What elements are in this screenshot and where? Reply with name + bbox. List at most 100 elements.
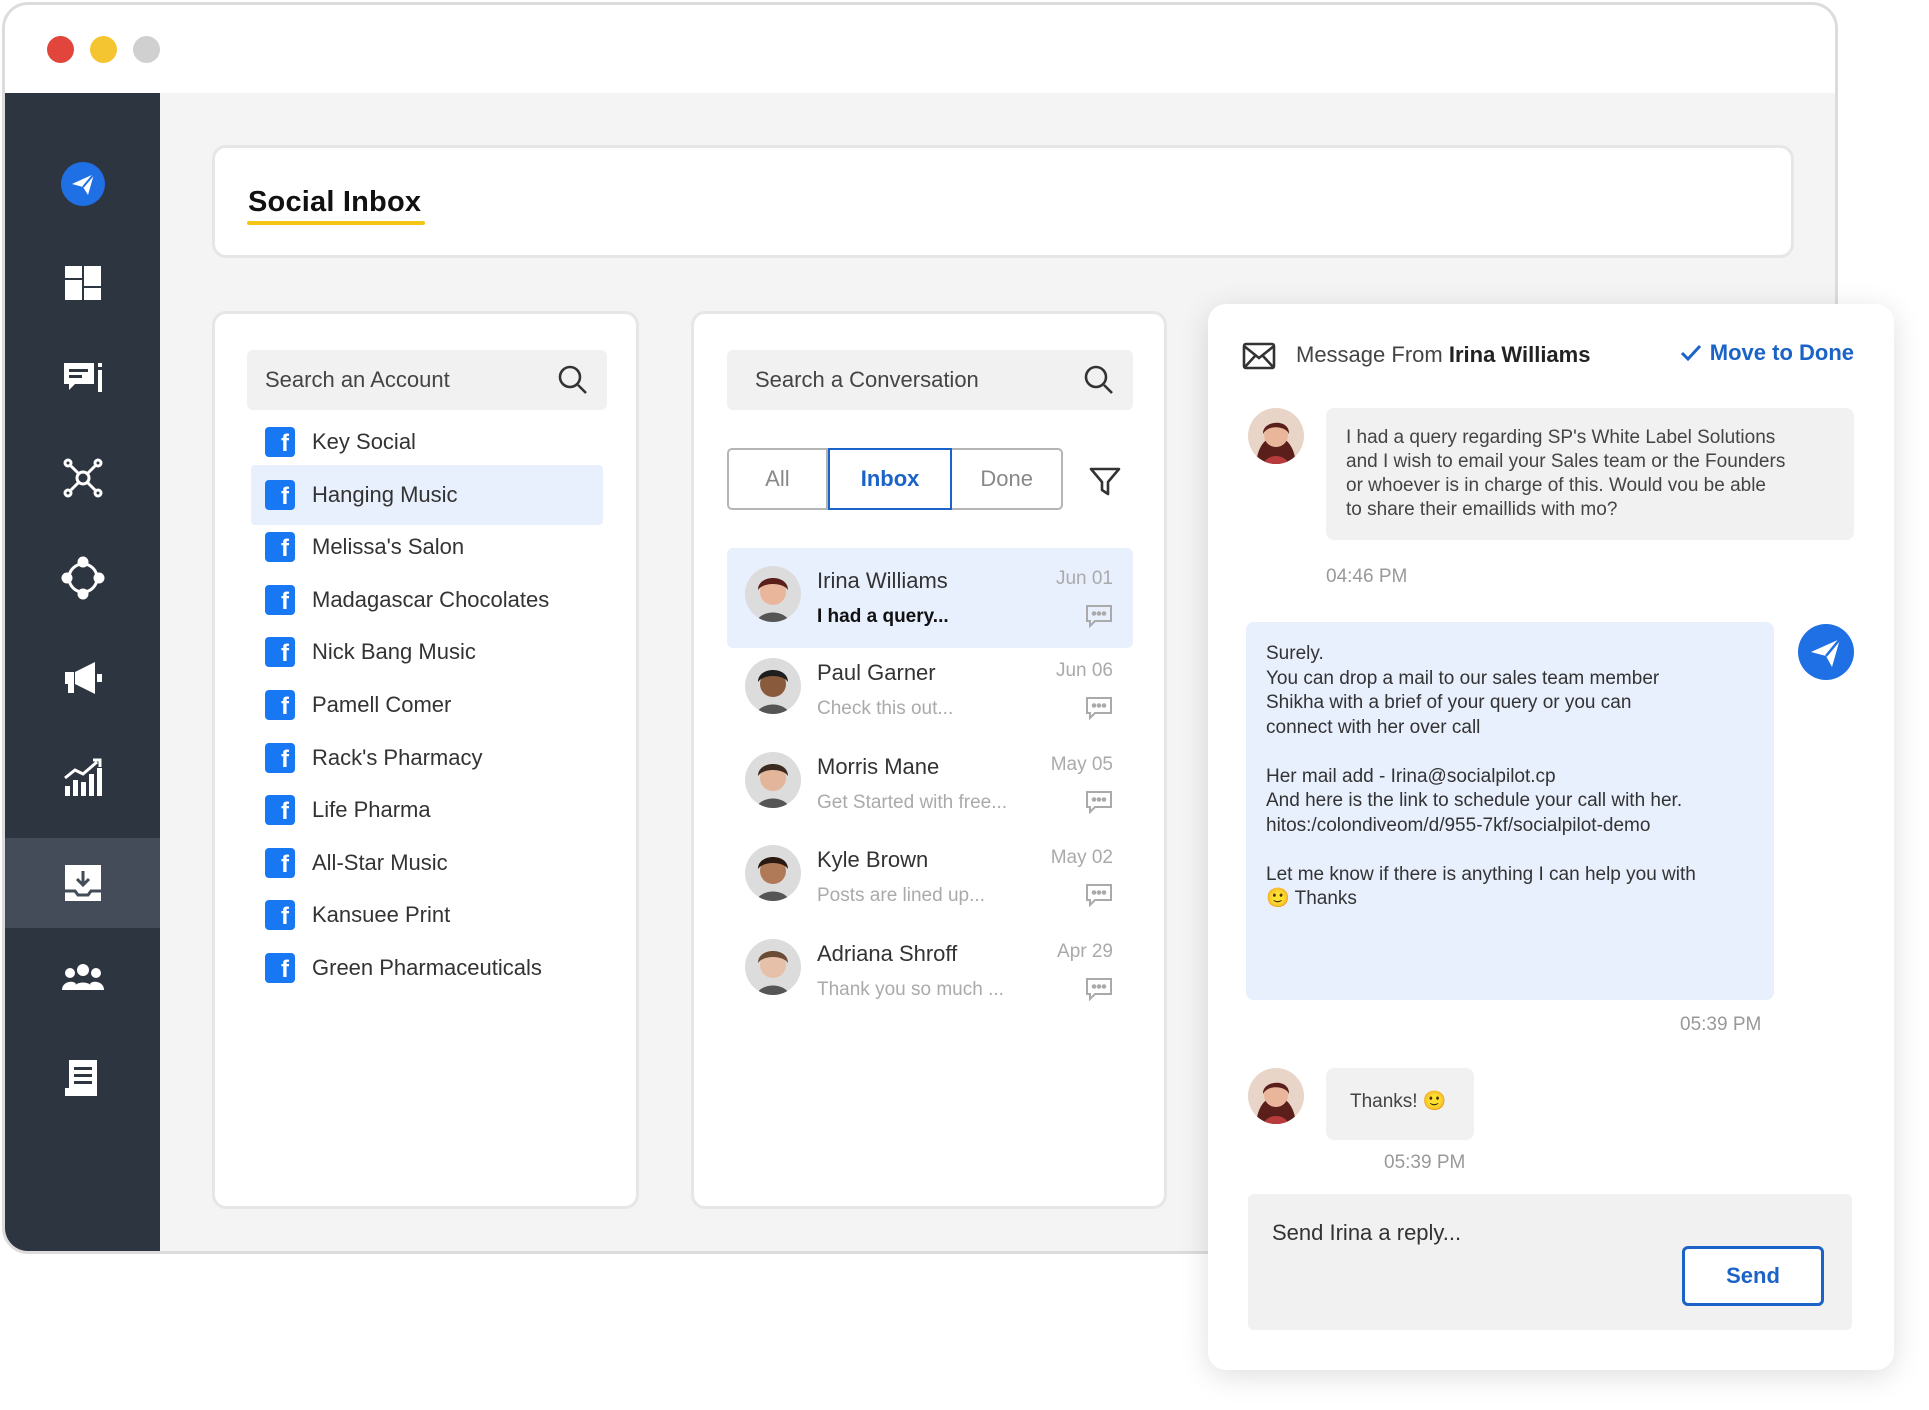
inbox-icon[interactable] <box>5 838 160 928</box>
message-panel: Message From Irina Williams Move to Done… <box>1208 304 1894 1370</box>
conversation-item[interactable]: Morris Mane Get Started with free... May 0… <box>727 734 1133 834</box>
account-label: Hanging Music <box>312 481 458 507</box>
account-item[interactable]: f Melissa's Salon <box>251 517 603 577</box>
account-search-input[interactable]: Search an Account <box>247 350 607 410</box>
account-item[interactable]: f Key Social <box>251 412 603 472</box>
conversation-date: Jun 01 <box>1055 568 1113 589</box>
account-item[interactable]: f Nick Bang Music <box>251 622 603 682</box>
message-line: You can drop a mail to our sales team me… <box>1266 667 1660 689</box>
megaphone-icon[interactable] <box>5 633 160 723</box>
message-timestamp: 05:39 PM <box>1384 1152 1466 1173</box>
message-from-prefix: Message From <box>1296 342 1443 367</box>
facebook-icon: f <box>265 532 295 563</box>
conversation-preview: Thank you so much ... <box>817 979 1004 1000</box>
dashboard-icon[interactable] <box>5 238 160 328</box>
send-button[interactable]: Send <box>1682 1246 1824 1306</box>
account-label: Melissa's Salon <box>312 534 465 560</box>
message-line: Let me know if there is anything I can h… <box>1266 863 1696 885</box>
maximize-window-button[interactable] <box>133 36 160 63</box>
conversation-item[interactable]: Adriana Shroff Thank you so much ... Apr 2… <box>727 921 1133 1021</box>
message-line: I had a query regarding SP's White Label… <box>1346 427 1776 448</box>
move-to-done-button[interactable]: Move to Done <box>1680 340 1854 366</box>
accounts-panel: Search an Account f Key Social f Hanging Mu… <box>212 311 639 1209</box>
account-label: Rack's Pharmacy <box>312 744 483 770</box>
page-title: Social Inbox <box>248 186 422 218</box>
message-line: hitos:/colondiveom/d/955-7kf/socialpilot… <box>1266 814 1651 836</box>
conversation-name: Adriana Shroff <box>817 941 958 966</box>
conversation-preview: Check this out... <box>817 698 954 719</box>
conversation-date: Jun 06 <box>1055 660 1113 681</box>
close-window-button[interactable] <box>47 36 74 63</box>
search-icon[interactable] <box>1083 364 1115 396</box>
outgoing-message-bubble: Surely. You can drop a mail to our sales… <box>1246 622 1774 1000</box>
facebook-icon: f <box>265 953 295 983</box>
chat-bubble-icon <box>1086 884 1112 907</box>
conversation-item[interactable]: Kyle Brown Posts are lined up... May 02 <box>727 827 1133 927</box>
facebook-icon: f <box>265 742 295 773</box>
analytics-icon[interactable] <box>5 733 160 823</box>
account-label: Nick Bang Music <box>312 639 476 665</box>
account-item[interactable]: f Kansuee Print <box>251 885 603 945</box>
conversation-name: Morris Mane <box>817 754 940 779</box>
team-icon[interactable] <box>5 933 160 1023</box>
mail-icon <box>1242 342 1276 370</box>
conversation-item[interactable]: Irina Williams I had a query... Jun 01 <box>727 548 1133 648</box>
conversation-search-input[interactable]: Search a Conversation <box>727 350 1133 410</box>
account-item[interactable]: f Hanging Music <box>251 464 603 525</box>
move-to-done-label: Move to Done <box>1709 340 1854 365</box>
message-line: and I wish to email your Sales team or t… <box>1346 451 1786 472</box>
header-card: Social Inbox <box>212 145 1794 258</box>
tab-inbox[interactable]: Inbox <box>827 448 953 510</box>
conversation-preview: I had a query... <box>817 606 949 627</box>
account-item[interactable]: f Life Pharma <box>251 780 603 840</box>
message-line: Surely. <box>1266 643 1324 664</box>
account-label: Life Pharma <box>312 797 431 823</box>
integrations-icon[interactable] <box>5 533 160 623</box>
conversation-item[interactable]: Paul Garner Check this out... Jun 06 <box>727 640 1133 740</box>
account-search-placeholder: Search an Account <box>265 367 450 392</box>
facebook-icon: f <box>265 427 295 457</box>
avatar <box>745 566 801 622</box>
conversation-preview: Get Started with free... <box>817 792 1008 813</box>
window-titlebar <box>5 5 1835 93</box>
posts-icon[interactable] <box>5 333 160 423</box>
account-label: All-Star Music <box>312 849 448 875</box>
chat-bubble-icon <box>1086 605 1112 628</box>
chat-bubble-icon <box>1086 791 1112 814</box>
connections-icon[interactable] <box>5 433 160 523</box>
sidebar <box>5 93 160 1251</box>
chat-bubble-icon <box>1086 978 1112 1001</box>
account-item[interactable]: f Green Pharmaceuticals <box>251 938 603 998</box>
sender-logo-icon <box>1798 624 1854 680</box>
account-item[interactable]: f Pamell Comer <box>251 675 603 735</box>
account-item[interactable]: f All-Star Music <box>251 833 603 893</box>
message-timestamp: 05:39 PM <box>1680 1014 1762 1035</box>
conversation-search-placeholder: Search a Conversation <box>755 367 979 392</box>
account-label: Madagascar Chocolates <box>312 586 550 612</box>
tab-all[interactable]: All <box>729 450 828 508</box>
avatar <box>745 939 801 995</box>
tab-done[interactable]: Done <box>952 450 1061 508</box>
conversation-date: Apr 29 <box>1057 941 1113 962</box>
message-from-label: Message From Irina Williams <box>1296 342 1590 368</box>
search-icon[interactable] <box>557 364 589 396</box>
reports-icon[interactable] <box>5 1033 160 1123</box>
account-item[interactable]: f Madagascar Chocolates <box>251 570 603 630</box>
title-underline <box>247 221 425 225</box>
minimize-window-button[interactable] <box>90 36 117 63</box>
filter-icon[interactable] <box>1088 464 1122 498</box>
reply-input[interactable] <box>1272 1220 1672 1246</box>
account-label: Green Pharmaceuticals <box>312 955 542 980</box>
conversation-filter-tabs: All Inbox Done <box>727 448 1063 510</box>
conversations-panel: Search a Conversation All Inbox Done Iri… <box>691 311 1167 1209</box>
conversation-date: May 05 <box>1050 754 1113 775</box>
message-timestamp: 04:46 PM <box>1326 566 1408 587</box>
account-item[interactable]: f Rack's Pharmacy <box>251 728 603 788</box>
conversation-name: Paul Garner <box>817 660 936 685</box>
send-logo-icon[interactable] <box>5 139 160 229</box>
message-line: or whoever is in charge of this. Would v… <box>1346 475 1766 496</box>
message-line: Thanks! 🙂 <box>1350 1091 1447 1112</box>
facebook-icon: f <box>265 900 295 931</box>
